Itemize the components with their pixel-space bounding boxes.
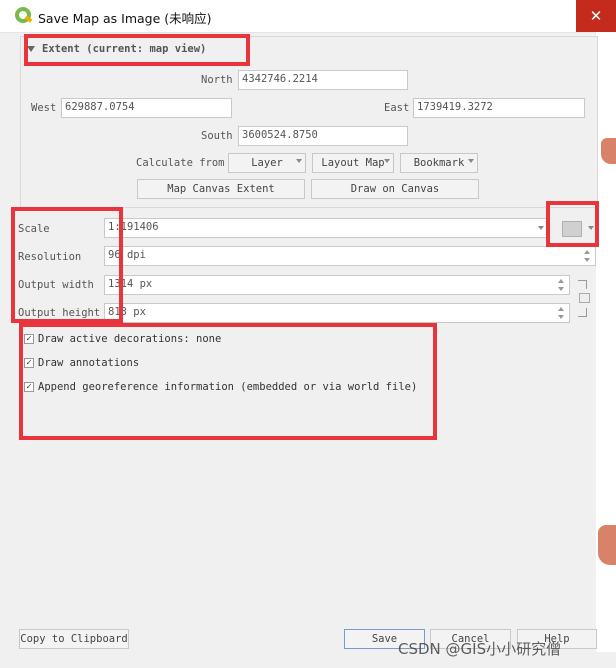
chevron-down-icon [296, 159, 302, 163]
layer-dropdown[interactable]: Layer [228, 153, 306, 173]
layer-dropdown-label: Layer [251, 157, 283, 169]
background-map-shape [601, 138, 616, 164]
copy-to-clipboard-button[interactable]: Copy to Clipboard [19, 629, 129, 649]
resolution-spinbox[interactable]: 96 dpi [104, 246, 596, 266]
north-field[interactable]: 4342746.2214 [238, 70, 408, 90]
window-title: Save Map as Image (未响应) [38, 11, 212, 26]
layout-map-dropdown[interactable]: Layout Map [312, 153, 394, 173]
lock-bracket-top [578, 280, 587, 289]
map-canvas-extent-button[interactable]: Map Canvas Extent [137, 179, 305, 199]
lock-bracket-bottom [578, 308, 587, 317]
scale-combo[interactable]: 1:191406 [104, 218, 548, 238]
west-field[interactable]: 629887.0754 [61, 98, 232, 118]
highlight-options [19, 323, 437, 440]
east-field[interactable]: 1739419.3272 [413, 98, 585, 118]
highlight-scale-labels [11, 207, 123, 323]
bookmark-dropdown-label: Bookmark [413, 157, 465, 169]
spin-arrows-icon[interactable] [555, 276, 567, 294]
chevron-down-icon [538, 226, 544, 230]
calculate-from-label: Calculate from [136, 157, 225, 169]
draw-on-canvas-button[interactable]: Draw on Canvas [311, 179, 479, 199]
close-button[interactable]: ✕ [576, 0, 616, 32]
chevron-down-icon [384, 159, 390, 163]
south-label: South [201, 130, 233, 142]
west-label: West [31, 102, 57, 114]
chevron-down-icon [468, 159, 474, 163]
watermark: CSDN @GIS小小研究僧 [398, 640, 562, 658]
layout-map-dropdown-label: Layout Map [321, 157, 385, 169]
spin-arrows-icon[interactable] [581, 247, 593, 265]
east-label: East [384, 102, 410, 114]
lock-icon[interactable] [579, 293, 590, 303]
spin-arrows-icon[interactable] [555, 304, 567, 322]
south-field[interactable]: 3600524.8750 [238, 126, 408, 146]
output-width-spinbox[interactable]: 1314 px [104, 275, 570, 295]
bookmark-dropdown[interactable]: Bookmark [400, 153, 478, 173]
output-height-spinbox[interactable]: 813 px [104, 303, 570, 323]
highlight-scale-picker [546, 201, 599, 247]
highlight-extent-header [24, 34, 250, 66]
north-label: North [201, 74, 233, 86]
background-map-shape [598, 525, 616, 565]
